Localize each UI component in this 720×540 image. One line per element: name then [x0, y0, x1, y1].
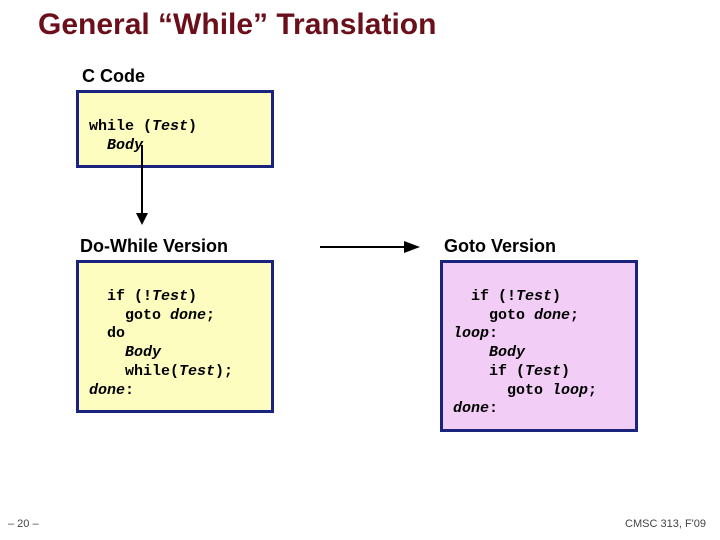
code-text: Test [152, 288, 188, 305]
code-text [453, 344, 489, 361]
code-text: ; [588, 382, 597, 399]
slide-title: General “While” Translation [38, 8, 436, 42]
code-text: done [453, 400, 489, 417]
code-text: : [125, 382, 134, 399]
code-box-goto: if (!Test) goto done; loop: Body if (Tes… [440, 260, 638, 432]
code-text: : [489, 400, 498, 417]
code-text: loop [552, 382, 588, 399]
code-text: ) [188, 288, 197, 305]
code-text: goto [453, 307, 534, 324]
label-goto: Goto Version [444, 236, 556, 257]
code-text: if (! [453, 288, 516, 305]
code-text: if ( [453, 363, 525, 380]
code-text: Test [179, 363, 215, 380]
code-text: Test [525, 363, 561, 380]
code-text [89, 344, 125, 361]
label-c-code: C Code [82, 66, 145, 87]
label-dowhile: Do-While Version [80, 236, 228, 257]
course-label: CMSC 313, F'09 [625, 518, 706, 530]
code-text: loop [453, 325, 489, 342]
code-text: ; [206, 307, 215, 324]
code-text: while ( [89, 118, 152, 135]
code-text: done [170, 307, 206, 324]
arrow-right-icon [320, 238, 420, 256]
code-text: goto [89, 307, 170, 324]
code-box-dowhile: if (!Test) goto done; do Body while(Test… [76, 260, 274, 413]
code-text: goto [453, 382, 552, 399]
code-text: Body [125, 344, 161, 361]
code-text: while( [89, 363, 179, 380]
code-text: if (! [89, 288, 152, 305]
code-text: ) [561, 363, 570, 380]
page-number: – 20 – [8, 518, 39, 530]
code-text: Test [516, 288, 552, 305]
code-text: ; [570, 307, 579, 324]
code-text: ) [188, 118, 197, 135]
code-text: Test [152, 118, 188, 135]
code-text: done [534, 307, 570, 324]
code-text [89, 137, 107, 154]
arrow-down-icon [132, 145, 152, 225]
code-box-ccode: while (Test) Body [76, 90, 274, 168]
code-text: Body [489, 344, 525, 361]
code-text: ) [552, 288, 561, 305]
code-text: ); [215, 363, 233, 380]
code-text: : [489, 325, 498, 342]
code-text: do [89, 325, 125, 342]
code-text: done [89, 382, 125, 399]
